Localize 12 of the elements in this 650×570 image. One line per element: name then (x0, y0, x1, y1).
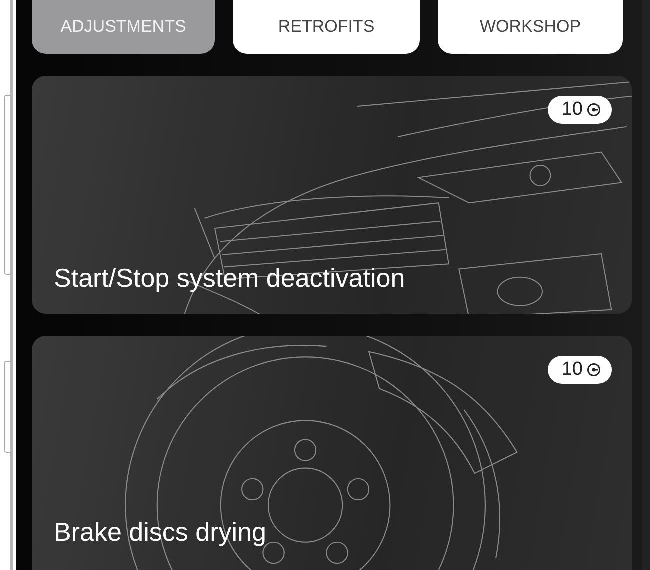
duration-badge: 10 (548, 96, 612, 124)
duration-badge: 10 (548, 356, 612, 384)
clock-icon (587, 103, 601, 117)
tab[interactable]: RETROFITS (233, 0, 420, 54)
service-card[interactable]: 10 Start/Stop system deactivation (32, 76, 632, 314)
card-title: Start/Stop system deactivation (53, 263, 406, 295)
clock-icon (587, 363, 601, 377)
side-button[interactable] (4, 95, 10, 275)
tab[interactable]: WORKSHOP (438, 0, 623, 54)
side-button[interactable] (4, 361, 10, 453)
service-card[interactable]: 10 Brake discs drying (32, 336, 632, 570)
card-title: Brake discs drying (53, 517, 268, 549)
